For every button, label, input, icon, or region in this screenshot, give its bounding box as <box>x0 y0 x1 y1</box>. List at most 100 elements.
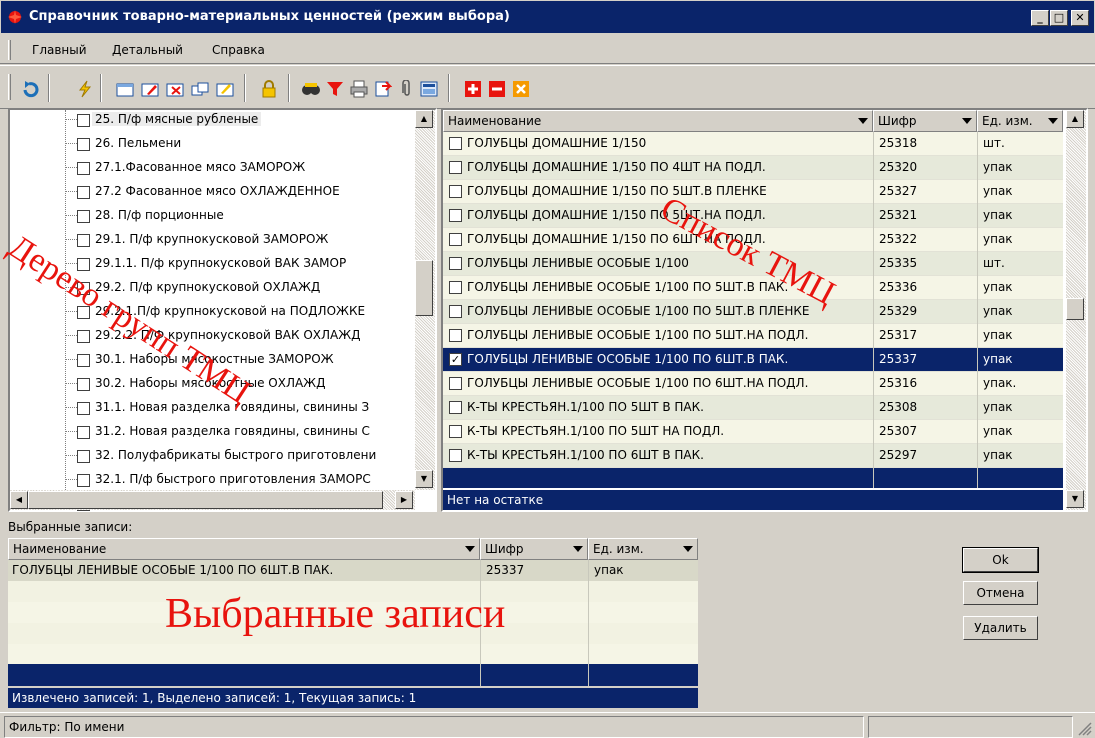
tree-item[interactable]: 30.2. Наборы мясокостные ОХЛАЖД <box>10 372 410 396</box>
export-icon[interactable] <box>372 78 394 100</box>
table-row[interactable]: ГОЛУБЦЫ ДОМАШНИЕ 1/150 ПО 6ШТ НА ПОДЛ. 25… <box>443 228 1063 252</box>
grid-scroll-down-icon[interactable]: ▼ <box>1066 490 1084 508</box>
tree-item-checkbox[interactable] <box>77 306 90 319</box>
table-row[interactable]: ГОЛУБЦЫ ЛЕНИВЫЕ ОСОБЫЕ 1/100 25335 шт. <box>443 252 1063 276</box>
tree-item-checkbox[interactable] <box>77 282 90 295</box>
remove-record-icon[interactable] <box>486 78 508 100</box>
row-checkbox[interactable] <box>449 425 462 438</box>
tree-item-checkbox[interactable] <box>77 378 90 391</box>
row-checkbox[interactable] <box>449 305 462 318</box>
tree-item-checkbox[interactable] <box>77 330 90 343</box>
tree-item-checkbox[interactable] <box>77 450 90 463</box>
lightning-icon[interactable] <box>74 78 96 100</box>
calculator-icon[interactable] <box>418 78 440 100</box>
tree-item-checkbox[interactable] <box>77 258 90 271</box>
tree-scroll-thumb[interactable] <box>415 260 433 316</box>
delete-folder-icon[interactable] <box>164 78 186 100</box>
tree-item-checkbox[interactable] <box>77 234 90 247</box>
print-icon[interactable] <box>348 78 370 100</box>
group-tree[interactable]: 25. П/ф мясные рубленые 26. Пельмени 27.1.… <box>8 108 437 512</box>
row-checkbox[interactable] <box>449 281 462 294</box>
tree-item[interactable]: 29.2.1.П/ф крупнокусковой на ПОДЛОЖКЕ <box>10 300 410 324</box>
tree-item[interactable]: 29.2. П/ф крупнокусковой ОХЛАЖД <box>10 276 410 300</box>
tree-item[interactable]: 28. П/ф порционные <box>10 204 410 228</box>
tree-item[interactable]: 29.1.1. П/ф крупнокусковой ВАК ЗАМОР <box>10 252 410 276</box>
table-row[interactable]: ГОЛУБЦЫ ДОМАШНИЕ 1/150 25318 шт. <box>443 132 1063 156</box>
tree-item-checkbox[interactable] <box>77 474 90 487</box>
selected-column-header-unit[interactable]: Ед. изм. <box>588 538 698 560</box>
tree-hscroll[interactable]: ◀ ▶ <box>10 490 415 510</box>
resize-grip-icon[interactable] <box>1077 721 1092 736</box>
table-row[interactable]: ГОЛУБЦЫ ЛЕНИВЫЕ ОСОБЫЕ 1/100 ПО 5ШТ.В ПА… <box>443 276 1063 300</box>
filter-icon[interactable] <box>324 78 346 100</box>
clip-icon[interactable] <box>396 78 418 100</box>
tree-item-checkbox[interactable] <box>77 186 90 199</box>
tree-item[interactable]: 29.2.2. П/Ф крупнокусковой ВАК ОХЛАЖД <box>10 324 410 348</box>
maximize-button[interactable]: □ <box>1050 10 1068 26</box>
tree-item[interactable]: 31.2. Новая разделка говядины, свинины С <box>10 420 410 444</box>
minimize-button[interactable]: _ <box>1031 10 1049 26</box>
menu-main[interactable]: Главный <box>32 43 87 57</box>
tree-scroll-down-icon[interactable]: ▼ <box>415 470 433 488</box>
ok-button[interactable]: Ok <box>962 547 1039 573</box>
tree-item[interactable]: 29.1. П/ф крупнокусковой ЗАМОРОЖ <box>10 228 410 252</box>
tree-item-checkbox[interactable] <box>77 114 90 127</box>
row-checkbox[interactable] <box>449 161 462 174</box>
tree-hscroll-thumb[interactable] <box>28 491 383 509</box>
edit-folder-icon[interactable] <box>139 78 161 100</box>
tree-scroll-left-icon[interactable]: ◀ <box>10 491 28 509</box>
tree-item[interactable]: 32.1. П/ф быстрого приготовления ЗАМОРС <box>10 468 410 492</box>
grid-vscroll[interactable]: ▲ ▼ <box>1066 110 1086 510</box>
row-checkbox[interactable] <box>449 449 462 462</box>
selected-column-header-code[interactable]: Шифр <box>480 538 588 560</box>
tree-item-checkbox[interactable] <box>77 210 90 223</box>
column-header-unit[interactable]: Ед. изм. <box>977 110 1063 132</box>
tree-vscroll[interactable]: ▲ ▼ <box>415 110 435 490</box>
table-row[interactable]: К-ТЫ КРЕСТЬЯН.1/100 ПО 6ШТ В ПАК. 25297 уп… <box>443 444 1063 468</box>
table-row[interactable]: ГОЛУБЦЫ ЛЕНИВЫЕ ОСОБЫЕ 1/100 ПО 6ШТ.НА П… <box>443 372 1063 396</box>
row-checkbox[interactable] <box>449 257 462 270</box>
selected-row[interactable]: ГОЛУБЦЫ ЛЕНИВЫЕ ОСОБЫЕ 1/100 ПО 6ШТ.В ПА… <box>8 560 698 581</box>
table-row[interactable]: ✓ ГОЛУБЦЫ ЛЕНИВЫЕ ОСОБЫЕ 1/100 ПО 6ШТ.В П… <box>443 348 1063 372</box>
table-row[interactable]: ГОЛУБЦЫ ДОМАШНИЕ 1/150 ПО 5ШТ.НА ПОДЛ. 25… <box>443 204 1063 228</box>
row-checkbox[interactable]: ✓ <box>449 353 462 366</box>
selected-column-header-name[interactable]: Наименование <box>8 538 480 560</box>
tree-item[interactable]: 32. Полуфабрикаты быстрого приготовлени <box>10 444 410 468</box>
close-button[interactable]: ✕ <box>1071 10 1089 26</box>
row-checkbox[interactable] <box>449 329 462 342</box>
column-header-name[interactable]: Наименование <box>443 110 873 132</box>
grid-scroll-thumb[interactable] <box>1066 298 1084 320</box>
row-checkbox[interactable] <box>449 137 462 150</box>
table-row[interactable]: К-ТЫ КРЕСТЬЯН.1/100 ПО 5ШТ В ПАК. 25308 уп… <box>443 396 1063 420</box>
column-header-code[interactable]: Шифр <box>873 110 977 132</box>
grid-scroll-up-icon[interactable]: ▲ <box>1066 110 1084 128</box>
new-folder-icon[interactable] <box>114 78 136 100</box>
tree-item[interactable]: 30.1. Наборы мясокостные ЗАМОРОЖ <box>10 348 410 372</box>
row-checkbox[interactable] <box>449 209 462 222</box>
row-checkbox[interactable] <box>449 401 462 414</box>
table-row[interactable]: К-ТЫ КРЕСТЬЯН.1/100 ПО 5ШТ НА ПОДЛ. 25307… <box>443 420 1063 444</box>
tree-item-checkbox[interactable] <box>77 426 90 439</box>
tree-item[interactable]: 27.1.Фасованное мясо ЗАМОРОЖ <box>10 156 410 180</box>
menu-detail[interactable]: Детальный <box>112 43 183 57</box>
tree-item[interactable]: 27.2 Фасованное мясо ОХЛАЖДЕННОЕ <box>10 180 410 204</box>
row-checkbox[interactable] <box>449 233 462 246</box>
tree-item[interactable]: 26. Пельмени <box>10 132 410 156</box>
row-checkbox[interactable] <box>449 185 462 198</box>
table-row[interactable]: ГОЛУБЦЫ ДОМАШНИЕ 1/150 ПО 4ШТ НА ПОДЛ. 25… <box>443 156 1063 180</box>
menu-help[interactable]: Справка <box>212 43 265 57</box>
row-checkbox[interactable] <box>449 377 462 390</box>
tree-item[interactable]: 25. П/ф мясные рубленые <box>10 108 410 132</box>
tree-item-checkbox[interactable] <box>77 162 90 175</box>
table-row[interactable]: ГОЛУБЦЫ ДОМАШНИЕ 1/150 ПО 5ШТ.В ПЛЕНКЕ 25… <box>443 180 1063 204</box>
refresh-icon[interactable] <box>20 78 42 100</box>
tree-scroll-right-icon[interactable]: ▶ <box>395 491 413 509</box>
delete-button[interactable]: Удалить <box>963 616 1038 640</box>
tree-item-checkbox[interactable] <box>77 402 90 415</box>
selected-records-grid[interactable]: Наименование Шифр Ед. изм. ГОЛУБЦЫ ЛЕНИВ… <box>8 538 704 709</box>
add-record-icon[interactable] <box>462 78 484 100</box>
tree-item-checkbox[interactable] <box>77 138 90 151</box>
tree-scroll-up-icon[interactable]: ▲ <box>415 110 433 128</box>
table-row[interactable]: ГОЛУБЦЫ ЛЕНИВЫЕ ОСОБЫЕ 1/100 ПО 5ШТ.НА П… <box>443 324 1063 348</box>
title-bar[interactable]: Справочник товарно-материальных ценносте… <box>0 0 1095 34</box>
